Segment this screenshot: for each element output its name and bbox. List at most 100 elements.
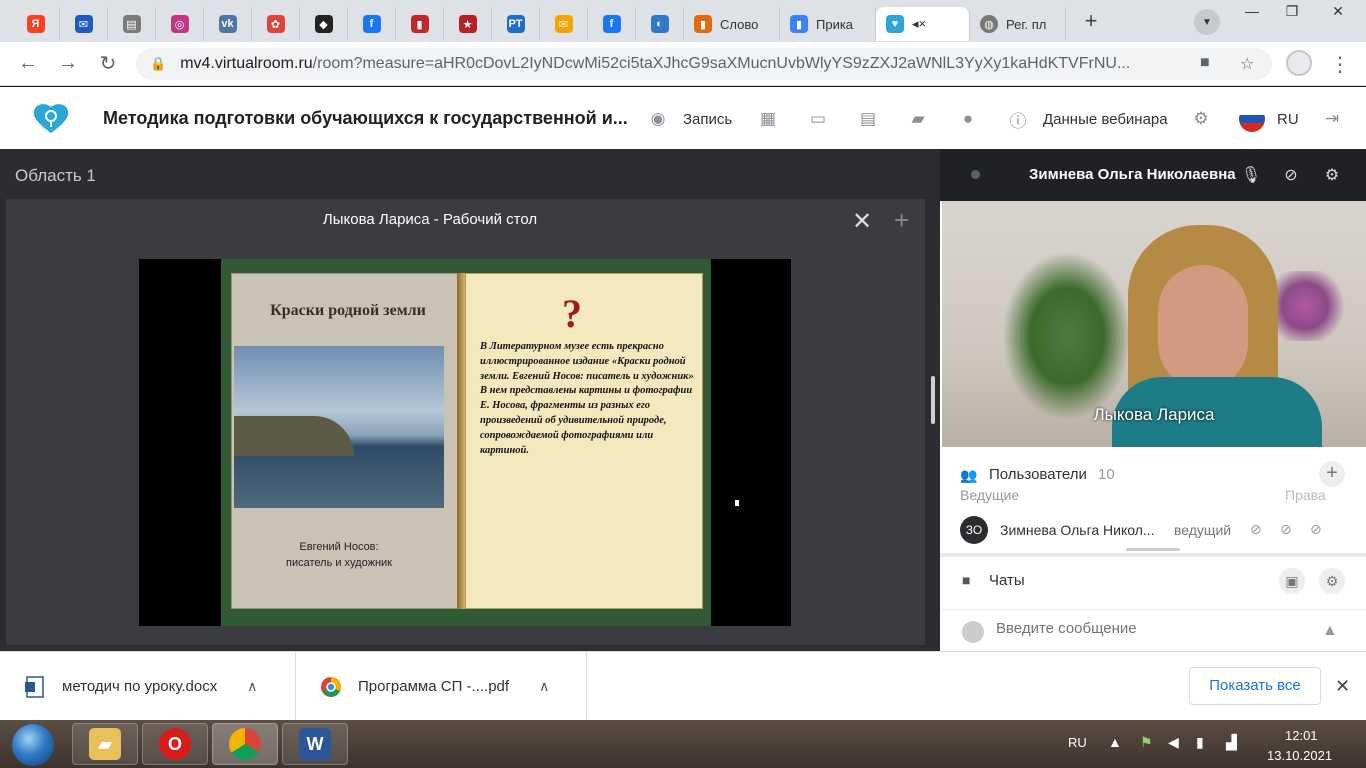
new-tab-button[interactable]: + <box>1076 6 1106 36</box>
word-icon: W <box>299 728 331 760</box>
folder-icon[interactable]: ▰ <box>907 108 929 130</box>
browser-tab[interactable]: ◆ <box>300 7 348 41</box>
chats-label[interactable]: Чаты <box>989 572 1025 589</box>
rights-column-header: Права <box>1285 487 1326 503</box>
camera-icon[interactable]: ■ <box>1200 54 1210 72</box>
address-bar[interactable]: 🔒 mv4.virtualroom.ru/room?measure=aHR0cD… <box>136 48 1272 80</box>
chevron-up-icon[interactable]: ∧ <box>247 678 257 695</box>
tray-language[interactable]: RU <box>1068 735 1087 750</box>
panel-resize-handle[interactable] <box>931 376 935 424</box>
bookmark-star-icon[interactable]: ☆ <box>1240 54 1254 74</box>
browser-tab[interactable]: ✉ <box>540 7 588 41</box>
maximize-button[interactable]: ❐ <box>1272 0 1312 22</box>
download-name: методич по уроку.docx <box>62 678 218 695</box>
russia-flag-icon[interactable] <box>1239 106 1265 132</box>
vk-icon: vk <box>218 15 237 33</box>
download-item-pdf[interactable]: Программа СП -....pdf ∧ <box>296 652 587 721</box>
word-taskbar-button[interactable]: W <box>282 723 348 765</box>
browser-tab[interactable]: ◎ <box>156 7 204 41</box>
word-doc-icon <box>25 675 44 698</box>
tab-search-button[interactable]: ▼ <box>1194 9 1220 35</box>
chrome-icon <box>229 728 261 760</box>
tray-expand-icon[interactable]: ▲ <box>1108 734 1122 750</box>
emoji-icon[interactable] <box>962 621 984 643</box>
browser-tab[interactable]: Я <box>12 7 60 41</box>
right-panel: Зимнева Ольга Николаевна 🎙 ⊘ ⚙ Лыкова Ла… <box>940 149 1366 651</box>
back-button[interactable]: ← <box>8 52 48 75</box>
browser-tab[interactable]: ▤ <box>108 7 156 41</box>
globe-icon: ◍ <box>980 15 998 33</box>
chrome-taskbar-button[interactable] <box>212 723 278 765</box>
users-label[interactable]: Пользователи <box>989 466 1087 483</box>
battery-icon[interactable]: ▮ <box>1196 734 1204 751</box>
opera-taskbar-button[interactable]: O <box>142 723 208 765</box>
show-all-button[interactable]: Показать все <box>1189 667 1321 705</box>
add-user-button[interactable]: + <box>1319 461 1345 487</box>
camera-off-icon[interactable]: ⊘ <box>1280 521 1292 538</box>
camera-user-name: Лыкова Лариса <box>1093 405 1215 424</box>
chat-export-icon[interactable]: ▣ <box>1279 568 1305 594</box>
info-icon[interactable]: ⓘ <box>1007 108 1029 131</box>
browser-tab[interactable]: РТ <box>492 7 540 41</box>
send-icon[interactable]: ▲ <box>1322 622 1338 640</box>
virtualroom-logo[interactable] <box>30 103 72 135</box>
exit-icon[interactable]: ⇥ <box>1321 108 1343 130</box>
message-input[interactable] <box>996 620 1296 637</box>
browser-tab[interactable]: ✿ <box>252 7 300 41</box>
browser-menu-icon[interactable]: ⋮ <box>1330 52 1350 77</box>
language-label[interactable]: RU <box>1277 111 1299 128</box>
browser-tab[interactable]: ✉ <box>60 7 108 41</box>
forward-button[interactable]: → <box>48 52 88 75</box>
browser-tab[interactable]: f <box>588 7 636 41</box>
close-icon[interactable]: ✕ <box>852 207 872 236</box>
chats-header: ■ Чаты ▣ ⚙ <box>940 561 1366 601</box>
resize-divider[interactable] <box>1126 548 1180 551</box>
browser-tab[interactable]: ▮ Прика <box>780 7 876 41</box>
mic-off-icon[interactable]: ⊘ <box>1250 521 1262 538</box>
explorer-taskbar-button[interactable]: ▰ <box>72 723 138 765</box>
browser-tab[interactable]: vk <box>204 7 252 41</box>
webinar-data-label[interactable]: Данные вебинара <box>1043 111 1168 128</box>
profile-avatar[interactable] <box>1286 50 1312 76</box>
layout-icon[interactable]: ▦ <box>757 108 779 130</box>
clock-time[interactable]: 12:01 <box>1285 728 1318 743</box>
add-icon[interactable]: + <box>894 205 909 236</box>
mic-off-icon[interactable]: 🎙 <box>1238 162 1264 188</box>
browser-tab[interactable]: ◍ Рег. пл <box>970 7 1066 41</box>
browser-tab[interactable]: ▮ <box>396 7 444 41</box>
browser-tab[interactable]: ▮ Слово <box>684 7 780 41</box>
book-author: Евгений Носов: писатель и художник <box>286 541 392 569</box>
browser-tab[interactable]: ◐ <box>636 7 684 41</box>
user-settings-icon[interactable]: ● <box>957 108 979 130</box>
minimize-button[interactable]: — <box>1232 0 1272 22</box>
download-item-docx[interactable]: методич по уроку.docx ∧ <box>0 652 296 721</box>
camera-off-icon[interactable]: ⊘ <box>1278 162 1304 188</box>
user-row[interactable]: ЗО Зимнева Ольга Никол... ведущий ⊘ ⊘ ⊘ <box>960 515 1350 545</box>
flag-alert-icon[interactable]: ⚑ <box>1140 734 1153 751</box>
browser-tab[interactable]: f <box>348 7 396 41</box>
start-button[interactable] <box>12 724 54 766</box>
close-icon[interactable]: ✕ <box>1335 676 1350 697</box>
tab-label: Прика <box>816 16 854 32</box>
virtualroom-icon: ♥ <box>886 15 904 33</box>
clock-date[interactable]: 13.10.2021 <box>1267 748 1332 763</box>
settings-gear-icon[interactable]: ⚙ <box>1190 108 1212 130</box>
settings-gear-icon[interactable]: ⚙ <box>1319 162 1345 188</box>
active-browser-tab[interactable]: ♥ ◂× <box>876 7 970 41</box>
reload-button[interactable]: ↻ <box>88 51 128 76</box>
screen-share-icon[interactable]: ▭ <box>807 108 829 130</box>
chat-settings-icon[interactable]: ⚙ <box>1319 568 1345 594</box>
users-count: 10 <box>1098 466 1115 483</box>
record-label[interactable]: Запись <box>683 111 732 128</box>
browser-tab[interactable]: ★ <box>444 7 492 41</box>
screen-off-icon[interactable]: ⊘ <box>1310 521 1322 538</box>
close-window-button[interactable]: ✕ <box>1318 0 1358 22</box>
network-icon[interactable]: ▟ <box>1226 734 1237 751</box>
downloads-bar: методич по уроку.docx ∧ Программа СП -..… <box>0 651 1366 721</box>
record-icon[interactable]: ◉ <box>647 108 669 130</box>
chevron-up-icon[interactable]: ∧ <box>539 678 549 695</box>
presentation-icon[interactable]: ▤ <box>857 108 879 130</box>
user-name: Зимнева Ольга Никол... <box>1000 522 1155 538</box>
users-icon: 👥 <box>960 467 978 483</box>
volume-icon[interactable]: ◀ <box>1168 734 1179 751</box>
